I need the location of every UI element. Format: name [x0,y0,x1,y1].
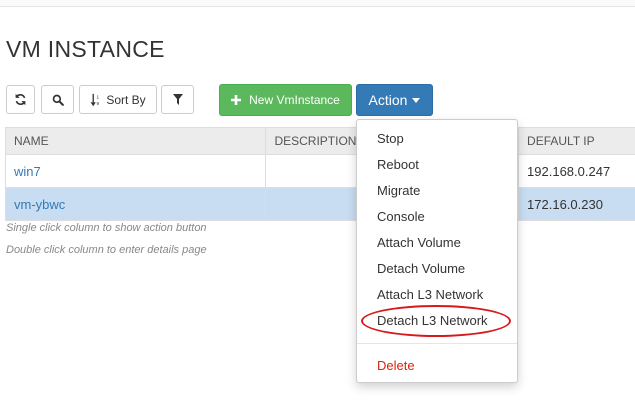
table-row[interactable]: win7 192.168.0.247 [4,154,635,188]
svg-text:9: 9 [97,101,100,106]
vm-ip-cell[interactable]: 192.168.0.247 [518,154,635,188]
annotation-ellipse [361,305,511,337]
vm-name-cell[interactable]: win7 [4,154,267,188]
top-bar [0,0,635,7]
menu-item-console[interactable]: Console [377,209,425,224]
vm-ip-cell[interactable]: 172.16.0.230 [518,187,635,221]
column-header-name[interactable]: NAME [4,127,267,155]
table-header-row: NAME DESCRIPTION DEFAULT IP [4,127,635,155]
action-dropdown-menu: Stop Reboot Migrate Console Attach Volum… [356,119,518,383]
filter-icon [172,94,183,105]
menu-item-delete[interactable]: Delete [377,358,415,373]
new-vminstance-button[interactable]: New VmInstance [219,84,352,116]
sort-button[interactable]: 1 9 Sort By [79,85,157,114]
menu-item-attach-volume[interactable]: Attach Volume [377,235,461,250]
menu-divider [357,343,517,344]
vm-table: NAME DESCRIPTION DEFAULT IP win7 192.168… [4,127,635,221]
svg-text:1: 1 [97,95,100,100]
action-label: Action [368,92,408,108]
sort-icon: 1 9 [90,93,102,106]
column-header-default-ip[interactable]: DEFAULT IP [518,127,635,155]
new-vminstance-label: New VmInstance [249,93,340,107]
filter-button[interactable] [161,85,194,114]
table-row-selected[interactable]: vm-ybwc 172.16.0.230 [4,187,635,221]
vm-name-cell[interactable]: vm-ybwc [4,187,267,221]
page-title: VM INSTANCE [6,36,165,62]
menu-item-attach-l3-network[interactable]: Attach L3 Network [377,287,483,302]
menu-item-reboot[interactable]: Reboot [377,157,419,172]
menu-item-detach-volume[interactable]: Detach Volume [377,261,465,276]
menu-item-stop[interactable]: Stop [377,131,404,146]
action-button[interactable]: Action [356,84,433,116]
search-icon [52,94,64,106]
refresh-button[interactable] [6,85,35,114]
plus-icon [231,95,242,105]
search-button[interactable] [41,85,74,114]
menu-item-migrate[interactable]: Migrate [377,183,420,198]
caret-down-icon [412,97,421,103]
sort-label: Sort By [106,92,146,107]
hint-double-click: Double click column to enter details pag… [6,244,207,256]
refresh-icon [14,93,27,106]
hint-single-click: Single click column to show action butto… [6,222,207,234]
